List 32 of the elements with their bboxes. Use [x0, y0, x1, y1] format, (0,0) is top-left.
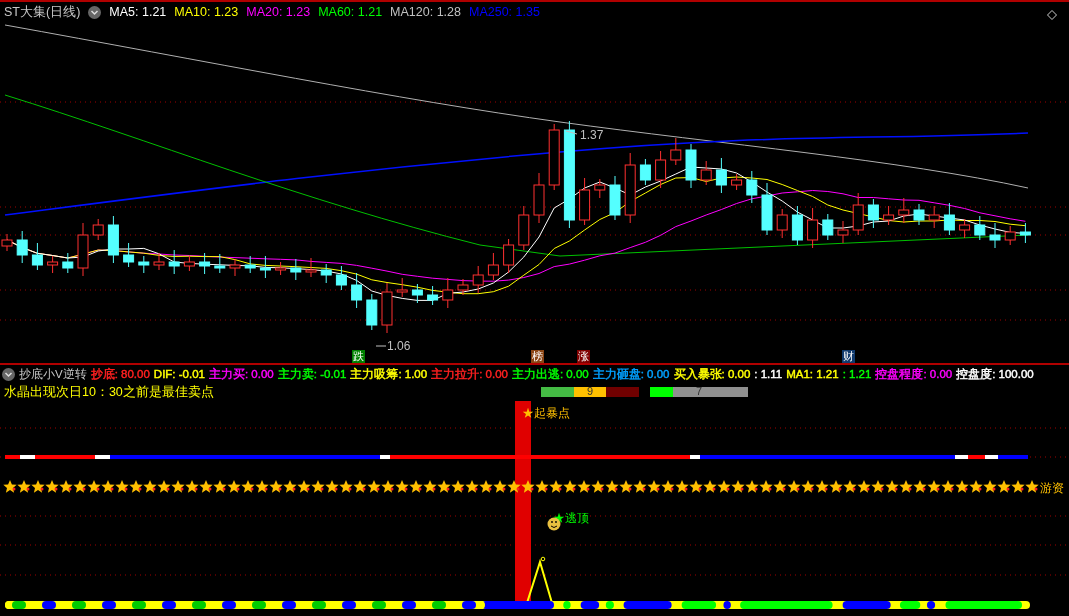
- signal-tag: 财: [842, 350, 855, 363]
- signal-tag: 涨: [577, 350, 590, 363]
- moving-average-value: MA120: 1.28: [390, 5, 461, 19]
- indicator-value: DIF: -0.01: [153, 368, 205, 380]
- indicator-value: 主力吸筹: 1.00: [350, 366, 428, 382]
- signal-tag: 榜: [531, 350, 544, 363]
- indicator-value: 买入暴张: 0.00: [673, 366, 751, 382]
- stock-title: ST大集(日线): [4, 3, 81, 21]
- moving-average-value: MA60: 1.21: [318, 5, 383, 19]
- indicator-value: : 1.21: [842, 368, 872, 380]
- indicator-value: 控盘度: 100.00: [956, 366, 1034, 382]
- indicator-value: : 1.11: [754, 368, 783, 380]
- hint-text: 水晶出现次日10：30之前是最佳卖点: [4, 383, 215, 401]
- moving-average-value: MA20: 1.23: [246, 5, 311, 19]
- indicator-value: 主力砸盘: 0.00: [592, 366, 670, 382]
- indicator-value: 抄底: 80.00: [90, 366, 150, 382]
- indicator-value: 控盘程度: 0.00: [875, 366, 953, 382]
- moving-average-value: MA10: 1.23: [174, 5, 239, 19]
- indicator-value: 主力卖: -0.01: [277, 366, 347, 382]
- indicator-value: 主力拉升: 0.00: [431, 366, 508, 382]
- low-price-label: 1.06: [387, 339, 411, 353]
- indicator-value: 主力买: 0.00: [209, 366, 274, 382]
- moving-average-value: MA250: 1.35: [469, 5, 540, 19]
- bar-count: 7: [695, 385, 703, 398]
- bar-count: 9: [586, 385, 594, 398]
- high-price-label: 1.37: [580, 128, 604, 142]
- moving-average-value: MA5: 1.21: [109, 5, 167, 19]
- indicator-value: MA1: 1.21: [786, 368, 839, 380]
- indicator-value: 主力出逃: 0.00: [511, 366, 589, 382]
- band-label: 游资: [1040, 481, 1064, 495]
- signal-tag: 跌: [352, 350, 365, 363]
- indicator-title: 抄底小V逆转: [19, 366, 87, 382]
